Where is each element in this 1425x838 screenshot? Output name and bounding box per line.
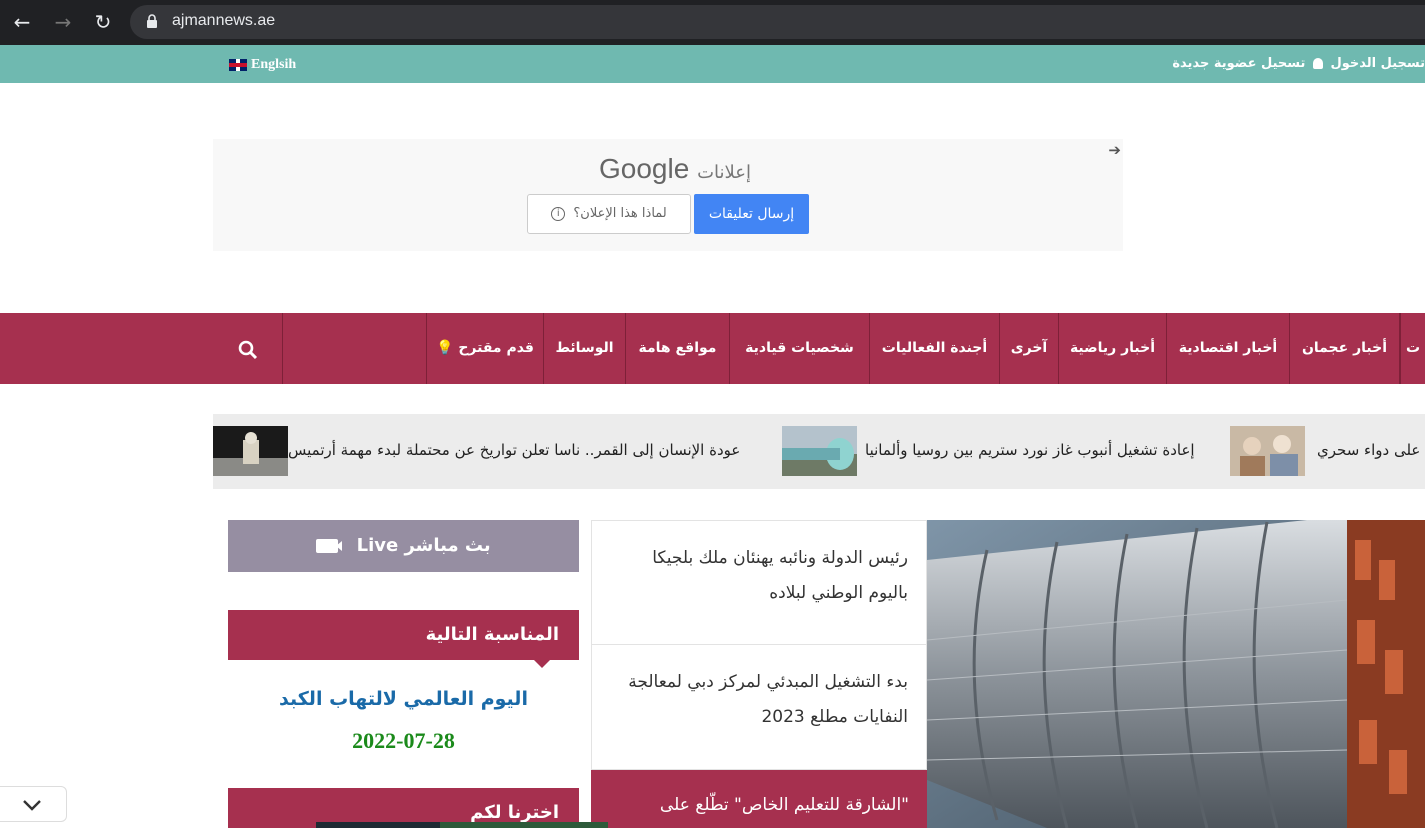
nav-item-other[interactable]: آخرى — [1000, 313, 1059, 384]
occasion-title[interactable]: اليوم العالمي لالتهاب الكبد — [228, 688, 579, 710]
ticker-thumb-elderly-image[interactable] — [1230, 426, 1305, 476]
news-title: رئيس الدولة ونائبه يهنئان ملك بلجيكا بال… — [652, 548, 908, 603]
news-title: "الشارقة للتعليم الخاص" تطّلع على — [659, 795, 909, 815]
nav-item-media[interactable]: الوسائط — [544, 313, 626, 384]
ad-arrow-icon[interactable]: ➔ — [1108, 141, 1121, 159]
live-label: بث مباشر Live — [356, 535, 491, 556]
nav-item-sports-news[interactable]: أخبار رياضية — [1059, 313, 1167, 384]
login-link[interactable]: تسجيل الدخول — [1330, 56, 1425, 71]
bottom-image-strip-2 — [440, 822, 608, 828]
nav-item-events-agenda[interactable]: أجندة الفعاليات — [870, 313, 1000, 384]
arrow-right-icon[interactable]: → — [50, 9, 76, 35]
news-ticker: على دواء سحري إعادة تشغيل أنبوب غاز نورد… — [213, 414, 1425, 489]
ads-label: إعلانات — [697, 162, 751, 182]
info-icon: i — [551, 206, 566, 221]
reload-icon[interactable]: ↻ — [90, 9, 116, 35]
language-switch[interactable]: Englsih — [229, 57, 296, 73]
expand-panel-button[interactable] — [0, 786, 67, 822]
next-occasion-heading: المناسبة التالية — [228, 610, 579, 668]
ticker-thumb-moon-image[interactable] — [213, 426, 288, 476]
nav-item-economic-news[interactable]: أخبار اقتصادية — [1167, 313, 1290, 384]
google-logo: Google — [599, 153, 690, 184]
why-this-ad-button[interactable]: لماذا هذا الإعلان؟ i — [527, 194, 691, 234]
uk-flag-icon — [229, 59, 247, 71]
news-item[interactable]: رئيس الدولة ونائبه يهنئان ملك بلجيكا بال… — [591, 520, 927, 645]
ad-brand: إعلانات Google — [589, 153, 751, 185]
language-label: Englsih — [251, 57, 297, 72]
nav-item-important-sites[interactable]: مواقع هامة — [626, 313, 730, 384]
main-nav: ت أخبار عجمان أخبار اقتصادية أخبار رياضي… — [0, 313, 1425, 384]
news-item[interactable]: بدء التشغيل المبدئي لمركز دبي لمعالجة ال… — [591, 645, 927, 770]
top-bar: Englsih تسجيل الدخول تسحيل عضوية جديدة — [0, 45, 1425, 83]
news-title: بدء التشغيل المبدئي لمركز دبي لمعالجة ال… — [628, 672, 908, 727]
browser-toolbar: ← → ↻ ajmannews.ae — [0, 0, 1425, 45]
search-icon[interactable] — [238, 340, 258, 360]
arrow-left-icon[interactable]: ← — [9, 9, 35, 35]
hero-image-generator[interactable] — [927, 520, 1425, 828]
lightbulb-icon: 💡 — [436, 340, 454, 356]
nav-item-suggest[interactable]: قدم مقترح 💡 — [426, 313, 544, 384]
nav-suggest-label: قدم مقترح — [458, 340, 534, 356]
video-camera-icon — [316, 539, 343, 553]
news-item-active[interactable]: "الشارقة للتعليم الخاص" تطّلع على — [591, 770, 927, 828]
live-stream-button[interactable]: بث مباشر Live — [228, 520, 579, 572]
nav-divider — [282, 313, 283, 384]
auth-links: تسجيل الدخول تسحيل عضوية جديدة — [1172, 56, 1425, 71]
send-feedback-button[interactable]: إرسال تعليقات — [694, 194, 809, 234]
ticker-thumb-pipeline-image[interactable] — [782, 426, 857, 476]
register-link[interactable]: تسحيل عضوية جديدة — [1172, 56, 1305, 71]
nav-item-partial[interactable]: ت — [1400, 313, 1425, 384]
ticker-item[interactable]: عودة الإنسان إلى القمر.. ناسا تعلن تواري… — [288, 441, 740, 459]
user-icon — [1312, 58, 1323, 69]
address-bar[interactable]: ajmannews.ae — [130, 5, 1425, 39]
lock-icon — [147, 14, 157, 28]
ticker-item[interactable]: على دواء سحري — [1317, 441, 1420, 459]
nav-item-ajman-news[interactable]: أخبار عجمان — [1290, 313, 1400, 384]
why-this-ad-label: لماذا هذا الإعلان؟ — [573, 206, 667, 221]
ticker-item[interactable]: إعادة تشغيل أنبوب غاز نورد ستريم بين روس… — [865, 441, 1195, 459]
ad-banner: ➔ إعلانات Google لماذا هذا الإعلان؟ i إر… — [213, 139, 1123, 251]
nav-item-leaders[interactable]: شخصيات قيادية — [730, 313, 870, 384]
chevron-down-icon — [23, 800, 41, 811]
occasion-date: 2022-07-28 — [352, 728, 455, 753]
url-text: ajmannews.ae — [172, 12, 276, 29]
